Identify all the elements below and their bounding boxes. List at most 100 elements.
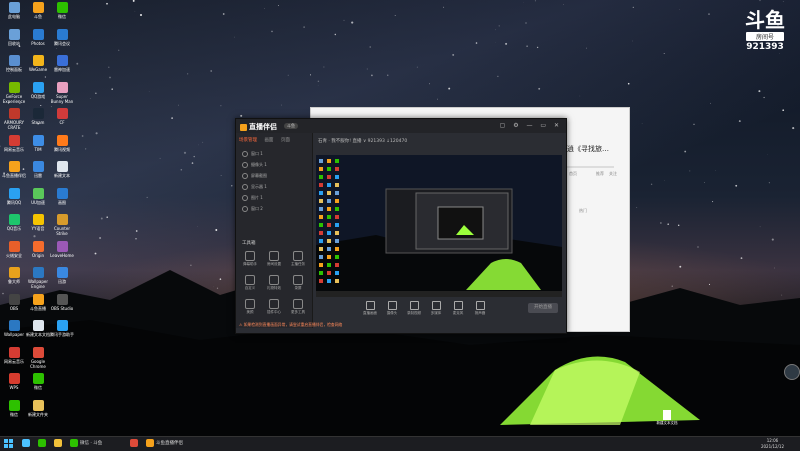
window-controls[interactable]: ▢ ⚙ — ▭ ✕ (500, 122, 562, 129)
app-titlebar[interactable]: 直播伴侣 斗鱼 ▢ ⚙ — ▭ ✕ (236, 119, 566, 133)
bg-label[interactable]: 关注 (609, 171, 617, 177)
system-clock[interactable]: 12:06 2021/12/12 (761, 438, 784, 450)
live-preview[interactable] (316, 155, 562, 297)
desktop-icon[interactable]: 微信 (2, 400, 26, 426)
desktop-icon[interactable]: 画图 (50, 188, 74, 214)
desktop-icon[interactable]: 新建文本文档 (26, 320, 50, 346)
eye-icon[interactable] (242, 151, 248, 157)
desktop-icon[interactable]: Wallpaper (2, 320, 26, 346)
tab-scenes[interactable]: 场景管理 (239, 138, 257, 143)
desktop-icon[interactable]: 新建文本 (50, 161, 74, 187)
desktop-icon[interactable]: 斗鱼 (26, 2, 50, 28)
taskbar-item[interactable] (130, 437, 140, 451)
desktop-icon[interactable]: 斗鱼直播 (26, 294, 50, 320)
screen-capture-button[interactable]: 直播画面 (360, 301, 380, 316)
desktop-icon[interactable]: 雷神加速 (50, 55, 74, 81)
desktop-icon[interactable]: 火绒安全 (2, 241, 26, 267)
camera-button[interactable]: 摄像头 (382, 301, 402, 316)
douyu-live-companion-window[interactable]: 直播伴侣 斗鱼 ▢ ⚙ — ▭ ✕ 场景管理 画面 页面 窗口 1 摄像头 1 … (235, 118, 567, 334)
desktop-icon[interactable]: TIM (26, 135, 50, 161)
avatar[interactable] (784, 364, 800, 380)
stream-title-text[interactable]: 石青 · 我不服你! 直播 ∨ 921393 ↓120470 (318, 138, 407, 144)
media-button[interactable]: 多媒体 (426, 301, 446, 316)
record-button[interactable]: 录制视频 (404, 301, 424, 316)
desktop-icon[interactable]: 新建文件夹 (26, 400, 50, 426)
desktop-icon[interactable]: OBS (2, 294, 26, 320)
toolbox-item[interactable]: 礼物特效 (264, 275, 284, 293)
desktop-icon[interactable]: LeaveHome (50, 241, 74, 267)
app-icon (57, 294, 68, 305)
toolbox-item[interactable]: 房间设置 (264, 251, 284, 269)
desktop-icon[interactable]: QQ音乐 (2, 214, 26, 240)
microphone-button[interactable]: 麦克风 (448, 301, 468, 316)
taskbar-item[interactable] (22, 437, 32, 451)
bg-label[interactable]: 首页 (569, 171, 577, 177)
desktop-icon[interactable]: 回收站 (2, 29, 26, 55)
app-icon (33, 82, 44, 93)
desktop-icon[interactable]: 腾讯视频 (50, 135, 74, 161)
eye-icon[interactable] (242, 195, 248, 201)
desktop-icon[interactable]: 网易云音乐 (2, 135, 26, 161)
toolbox-item[interactable]: 更多工具 (288, 299, 308, 317)
desktop-icon[interactable]: 微信 (50, 2, 74, 28)
eye-icon[interactable] (242, 162, 248, 168)
tab-canvas[interactable]: 画面 (264, 138, 273, 143)
desktop-icon[interactable]: Wallpaper Engine (26, 267, 50, 293)
desktop-icon[interactable]: GeForce Experience (2, 82, 26, 108)
desktop-icon[interactable]: 腾讯手游助手 (50, 320, 74, 346)
scene-label: 窗口 1 (251, 151, 263, 156)
platform-pill[interactable]: 斗鱼 (284, 123, 298, 129)
desktop-icon[interactable]: 迅雷 (26, 161, 50, 187)
speaker-button[interactable]: 扬声器 (470, 301, 490, 316)
desktop-icon[interactable]: 迅游 (50, 267, 74, 293)
desktop-icon[interactable]: WPS (2, 373, 26, 399)
tab-pages[interactable]: 页面 (281, 138, 290, 143)
desktop-icon[interactable]: 此电脑 (2, 2, 26, 28)
taskbar-item[interactable] (38, 437, 48, 451)
toolbox-item[interactable]: 主播任务 (288, 251, 308, 269)
desktop-icon[interactable]: UU加速 (26, 188, 50, 214)
desktop-icon[interactable]: WeGame (26, 55, 50, 81)
desktop-icon[interactable]: 网易云音乐 (2, 347, 26, 373)
taskbar-item[interactable] (54, 437, 64, 451)
toolbox-item[interactable]: 录屏 (288, 275, 308, 293)
windows-start-icon[interactable] (4, 439, 13, 448)
desktop-icon[interactable]: YY语音 (26, 214, 50, 240)
toolbox-item[interactable]: 美颜 (240, 299, 260, 317)
toolbox-item[interactable]: 插件中心 (264, 299, 284, 317)
bg-label[interactable]: 推荐 (596, 171, 604, 177)
desktop-icon[interactable]: CF (50, 108, 74, 134)
start-live-button[interactable]: 开始直播 (528, 303, 558, 313)
desktop-icon-label: 腾讯QQ (2, 200, 26, 210)
toolbox-item[interactable]: 自定义 (240, 275, 260, 293)
desktop-icon[interactable]: ARMOURY CRATE (2, 108, 26, 134)
desktop-file[interactable]: 新建文本文档 (656, 410, 678, 426)
desktop-icon[interactable]: Photos (26, 29, 50, 55)
desktop-icon[interactable]: OBS Studio (50, 294, 74, 320)
scene-item[interactable]: 显示器 1 (242, 184, 267, 191)
scene-item[interactable]: 屏幕截图 (242, 173, 267, 180)
scene-item[interactable]: 图片 1 (242, 195, 263, 202)
desktop-icon[interactable]: Counter Strike (50, 214, 74, 240)
eye-icon[interactable] (242, 173, 248, 179)
eye-icon[interactable] (242, 206, 248, 212)
scene-item[interactable]: 窗口 2 (242, 206, 263, 213)
desktop-icon[interactable]: 斗鱼直播伴侣 (2, 161, 26, 187)
toolbox-item[interactable]: 弹幕助手 (240, 251, 260, 269)
desktop-icon[interactable]: 控制面板 (2, 55, 26, 81)
scene-item[interactable]: 窗口 1 (242, 151, 263, 158)
desktop-icon[interactable]: 腾讯会议 (50, 29, 74, 55)
scene-item[interactable]: 摄像头 1 (242, 162, 267, 169)
taskbar-item[interactable]: 微信 · 斗鱼 (70, 437, 102, 451)
desktop-icon[interactable]: Google Chrome (26, 347, 50, 373)
desktop-icon[interactable]: Super Bunny Man (50, 82, 74, 108)
desktop-icon[interactable]: 鲁大师 (2, 267, 26, 293)
desktop-icon[interactable]: QQ游戏 (26, 82, 50, 108)
taskbar-item[interactable]: 斗鱼直播伴侣 (146, 437, 183, 451)
bg-label[interactable]: 热门 (579, 208, 587, 214)
desktop-icon[interactable]: Origin (26, 241, 50, 267)
desktop-icon[interactable]: 微信 (26, 373, 50, 399)
desktop-icon[interactable]: 腾讯QQ (2, 188, 26, 214)
eye-icon[interactable] (242, 184, 248, 190)
desktop-icon[interactable]: Steam (26, 108, 50, 134)
